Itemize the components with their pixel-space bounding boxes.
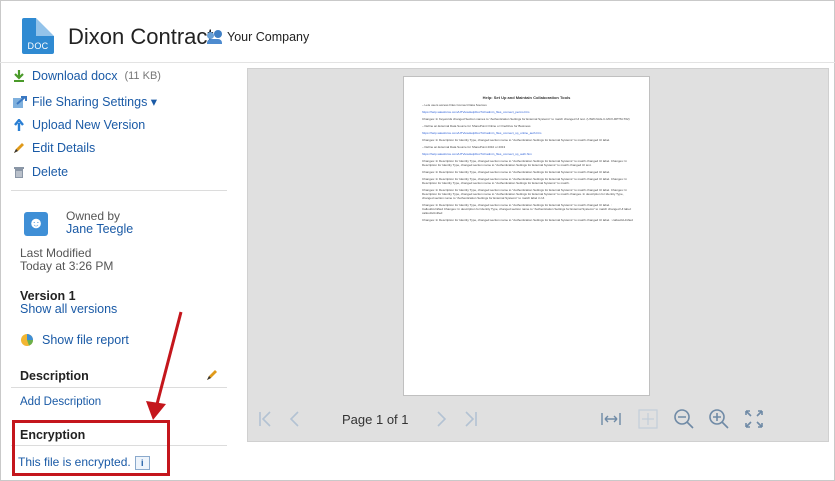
file-sharing-label: File Sharing Settings ▾: [32, 95, 158, 109]
doc-file-icon: DOC: [22, 18, 54, 54]
fit-page-icon[interactable]: [637, 408, 659, 430]
download-icon: [13, 70, 25, 82]
zoom-in-icon[interactable]: [708, 408, 730, 430]
page-line: Changes: In Description for Identity Typ…: [422, 177, 628, 185]
page-line: Changes: In Description for Identity Typ…: [422, 159, 628, 167]
viewer-toolbar: Page 1 of 1: [248, 399, 828, 441]
pencil-icon: [13, 142, 25, 154]
pencil-icon[interactable]: [206, 368, 218, 380]
last-modified-label: Last Modified: [20, 246, 92, 260]
company-name: Your Company: [227, 30, 310, 44]
page-line: Changes: In Description for Identity Typ…: [422, 188, 628, 200]
show-file-report-label: Show file report: [42, 333, 129, 347]
page-link-line: https://help.salesforce.com/HTViewHelpDo…: [422, 110, 530, 114]
trash-icon: [13, 166, 25, 178]
page-line: Changes: In Description for Identity Typ…: [422, 138, 611, 142]
delete-label: Delete: [32, 165, 69, 179]
company-link[interactable]: Your Company: [207, 30, 309, 44]
report-icon: [20, 333, 36, 347]
file-sharing-settings-menu[interactable]: File Sharing Settings ▾: [13, 94, 157, 109]
zoom-out-icon[interactable]: [673, 408, 695, 430]
version-label: Version 1: [20, 289, 76, 303]
first-page-icon[interactable]: [258, 410, 272, 433]
page-title: Help: Set Up and Maintain Collaboration …: [482, 95, 571, 100]
share-icon: [13, 95, 27, 108]
upload-icon: [13, 118, 25, 131]
description-heading: Description: [20, 369, 89, 383]
description-divider: [11, 387, 227, 388]
page-line: – Lets users access Files Connect Data S…: [422, 103, 487, 107]
file-size: (11 KB): [124, 70, 161, 82]
edit-details-link[interactable]: Edit Details: [13, 141, 95, 155]
add-description-link[interactable]: Add Description: [20, 396, 101, 408]
page-line: – Define an External Data Source for Sha…: [422, 124, 531, 128]
last-page-icon[interactable]: [464, 410, 478, 433]
page-line: – Define an External Data Source for Sha…: [422, 145, 506, 149]
delete-link[interactable]: Delete: [13, 165, 68, 179]
edit-details-label: Edit Details: [32, 141, 96, 155]
page-indicator: Page 1 of 1: [342, 412, 409, 427]
page-line: Changes: In Description for Identity Typ…: [422, 218, 633, 222]
document-page-preview: Help: Set Up and Maintain Collaboration …: [403, 76, 650, 396]
document-viewer[interactable]: Help: Set Up and Maintain Collaboration …: [247, 68, 829, 442]
next-page-icon[interactable]: [436, 410, 448, 433]
download-label: Download docx: [32, 69, 118, 83]
page-line: Changes: In Description for Identity Typ…: [422, 203, 632, 215]
header-divider: [0, 62, 835, 63]
encryption-highlight-box: [12, 420, 170, 476]
people-icon: [207, 30, 223, 44]
upload-label: Upload New Version: [32, 118, 146, 132]
owner-name-link[interactable]: Jane Teegle: [66, 222, 133, 236]
last-modified-value: Today at 3:26 PM: [20, 259, 114, 273]
show-all-versions-link[interactable]: Show all versions: [20, 302, 117, 316]
doc-icon-label: DOC: [27, 41, 49, 51]
owned-by-label: Owned by: [66, 209, 121, 223]
download-link[interactable]: Download docx (11 KB): [13, 69, 161, 83]
upload-new-version-link[interactable]: Upload New Version: [13, 118, 145, 132]
page-link-line: https://help.salesforce.com/HTViewHelpDo…: [422, 131, 542, 135]
fullscreen-icon[interactable]: [743, 408, 765, 430]
avatar-icon[interactable]: ☻: [24, 212, 48, 236]
sidebar-divider: [11, 190, 227, 191]
page-link-line: https://help.salesforce.com/HTViewHelpDo…: [422, 152, 532, 156]
page-line: Changes: In Keywords changed Section nam…: [422, 117, 630, 121]
show-file-report-link[interactable]: Show file report: [20, 333, 129, 347]
prev-page-icon[interactable]: [288, 410, 300, 433]
page-line: Changes: In Description for Identity Typ…: [422, 170, 611, 174]
file-title: Dixon Contract: [68, 24, 214, 49]
fit-width-icon[interactable]: [600, 408, 622, 430]
